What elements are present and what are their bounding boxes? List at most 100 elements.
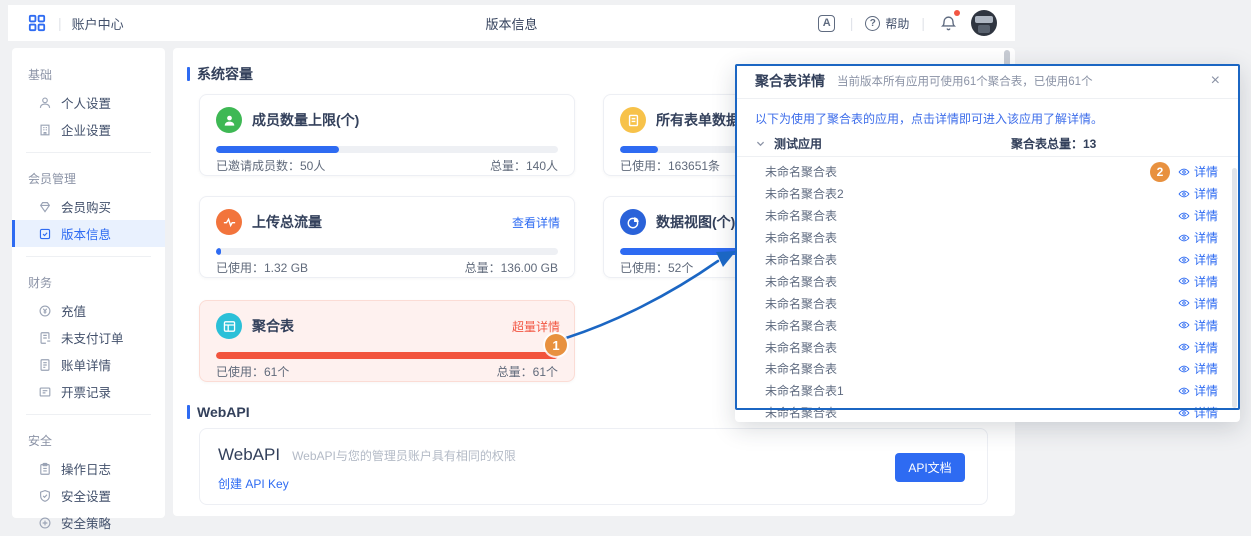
notification-dot xyxy=(954,10,960,16)
sidebar-item-operation-logs[interactable]: 操作日志 xyxy=(12,455,165,482)
aggregate-table-list: 未命名聚合表 2 详情 未命名聚合表2 详情 未命名聚合表 详情 未命名聚合表 xyxy=(735,161,1240,422)
dialog-hint: 以下为使用了聚合表的应用，点击详情即可进入该应用了解详情。 xyxy=(755,110,1103,127)
api-docs-button[interactable]: API文档 xyxy=(895,453,965,482)
detail-link[interactable]: 详情 xyxy=(1178,360,1218,377)
dialog-scrollbar[interactable] xyxy=(1232,168,1237,408)
eye-icon xyxy=(1178,319,1190,331)
detail-link[interactable]: 详情 xyxy=(1178,382,1218,399)
sidebar-divider xyxy=(26,414,151,415)
list-item: 未命名聚合表 详情 xyxy=(735,270,1240,292)
list-item: 未命名聚合表 详情 xyxy=(735,205,1240,227)
close-icon[interactable]: × xyxy=(1211,73,1220,89)
sidebar-item-enterprise-settings[interactable]: 企业设置 xyxy=(12,116,165,143)
webapi-card: WebAPI WebAPI与您的管理员账户具有相同的权限 创建 API Key … xyxy=(199,428,988,505)
header-divider: | xyxy=(921,15,925,31)
header-divider: | xyxy=(58,15,62,31)
list-item: 未命名聚合表1 详情 xyxy=(735,380,1240,402)
sidebar-section-finance: 财务 xyxy=(12,266,165,297)
detail-link[interactable]: 详情 xyxy=(1178,229,1218,246)
dialog-title: 聚合表详情 xyxy=(755,71,825,91)
detail-link[interactable]: 详情 xyxy=(1178,207,1218,224)
usage-left: 已邀请成员数：50人 xyxy=(216,157,325,174)
detail-link[interactable]: 详情 xyxy=(1178,273,1218,290)
detail-link[interactable]: 详情 xyxy=(1178,317,1218,334)
eye-icon xyxy=(1178,385,1190,397)
version-icon xyxy=(38,227,52,241)
list-item: 未命名聚合表 详情 xyxy=(735,314,1240,336)
aggregate-details-dialog: 聚合表详情 当前版本所有应用可使用61个聚合表，已使用61个 × 以下为使用了聚… xyxy=(735,64,1240,422)
card-title: 上传总流量 xyxy=(252,212,322,232)
app-group-name: 测试应用 xyxy=(774,135,822,152)
usage-right: 总量：140人 xyxy=(490,157,558,174)
usage-left: 已使用：61个 xyxy=(216,363,289,380)
sidebar-item-security-policy[interactable]: 安全策略 xyxy=(12,509,165,536)
sidebar-item-security-settings[interactable]: 安全设置 xyxy=(12,482,165,509)
section-accent-bar xyxy=(187,67,190,81)
list-item: 未命名聚合表 详情 xyxy=(735,402,1240,422)
help-button[interactable]: ? 帮助 xyxy=(865,15,909,32)
detail-link[interactable]: 详情 xyxy=(1178,163,1218,180)
usage-right: 总量：136.00 GB xyxy=(465,259,558,276)
eye-icon xyxy=(1178,341,1190,353)
app-title: 账户中心 xyxy=(72,14,124,33)
card-member-limit: 成员数量上限(个) 已邀请成员数：50人 总量：140人 xyxy=(199,94,575,176)
language-icon[interactable]: A xyxy=(816,12,838,34)
list-item: 未命名聚合表 详情 xyxy=(735,358,1240,380)
help-label: 帮助 xyxy=(885,15,909,32)
sidebar-section-membership: 会员管理 xyxy=(12,162,165,193)
form-icon xyxy=(620,107,646,133)
usage-left: 已使用：1.32 GB xyxy=(216,259,308,276)
detail-link[interactable]: 详情 xyxy=(1178,295,1218,312)
eye-icon xyxy=(1178,210,1190,222)
user-avatar[interactable] xyxy=(971,10,997,36)
sidebar-section-basic: 基础 xyxy=(12,58,165,89)
usage-right: 总量：61个 xyxy=(497,363,558,380)
section-title-system-capacity: 系统容量 xyxy=(187,64,253,84)
detail-link[interactable]: 详情 xyxy=(1178,339,1218,356)
coin-icon xyxy=(38,304,52,318)
dialog-subtitle: 当前版本所有应用可使用61个聚合表，已使用61个 xyxy=(837,73,1093,89)
diamond-icon xyxy=(38,200,52,214)
sidebar-item-recharge[interactable]: 充值 xyxy=(12,297,165,324)
log-icon xyxy=(38,462,52,476)
sidebar-item-unpaid-orders[interactable]: 未支付订单 xyxy=(12,324,165,351)
detail-link[interactable]: 详情 xyxy=(1178,185,1218,202)
question-icon: ? xyxy=(865,16,880,31)
sidebar-section-security: 安全 xyxy=(12,424,165,455)
card-aggregate-tables: 聚合表 超量详情 已使用：61个 总量：61个 xyxy=(199,300,575,382)
over-quota-details-link[interactable]: 超量详情 xyxy=(512,318,560,335)
sidebar-item-version-info[interactable]: 版本信息 xyxy=(12,220,165,247)
progress-bar xyxy=(216,146,558,153)
list-item: 未命名聚合表 详情 xyxy=(735,249,1240,271)
view-details-link[interactable]: 查看详情 xyxy=(512,214,560,231)
eye-icon xyxy=(1178,166,1190,178)
pie-chart-icon xyxy=(620,209,646,235)
sidebar-item-member-purchase[interactable]: 会员购买 xyxy=(12,193,165,220)
progress-bar xyxy=(216,352,558,359)
eye-icon xyxy=(1178,363,1190,375)
sidebar-item-personal-settings[interactable]: 个人设置 xyxy=(12,89,165,116)
app-grid-icon[interactable] xyxy=(26,12,48,34)
detail-link[interactable]: 详情 xyxy=(1178,251,1218,268)
list-item: 未命名聚合表 详情 xyxy=(735,292,1240,314)
eye-icon xyxy=(1178,188,1190,200)
invoice-icon xyxy=(38,385,52,399)
progress-bar xyxy=(216,248,558,255)
bill-icon xyxy=(38,358,52,372)
order-icon xyxy=(38,331,52,345)
app-group-row[interactable]: 测试应用 聚合表总量：13 xyxy=(735,130,1240,157)
sidebar-item-invoice-records[interactable]: 开票记录 xyxy=(12,378,165,405)
policy-icon xyxy=(38,516,52,530)
sidebar-item-bill-details[interactable]: 账单详情 xyxy=(12,351,165,378)
card-title: 成员数量上限(个) xyxy=(252,110,359,130)
usage-left: 已使用：52个 xyxy=(620,259,693,276)
member-icon xyxy=(216,107,242,133)
annotation-badge-1: 1 xyxy=(545,334,567,356)
notification-bell-icon[interactable] xyxy=(937,12,959,34)
app-group-total: 聚合表总量：13 xyxy=(1011,135,1096,152)
eye-icon xyxy=(1178,297,1190,309)
create-api-key-link[interactable]: 创建 API Key xyxy=(218,475,289,492)
section-title-webapi: WebAPI xyxy=(187,404,250,420)
traffic-icon xyxy=(216,209,242,235)
detail-link[interactable]: 详情 xyxy=(1178,404,1218,421)
